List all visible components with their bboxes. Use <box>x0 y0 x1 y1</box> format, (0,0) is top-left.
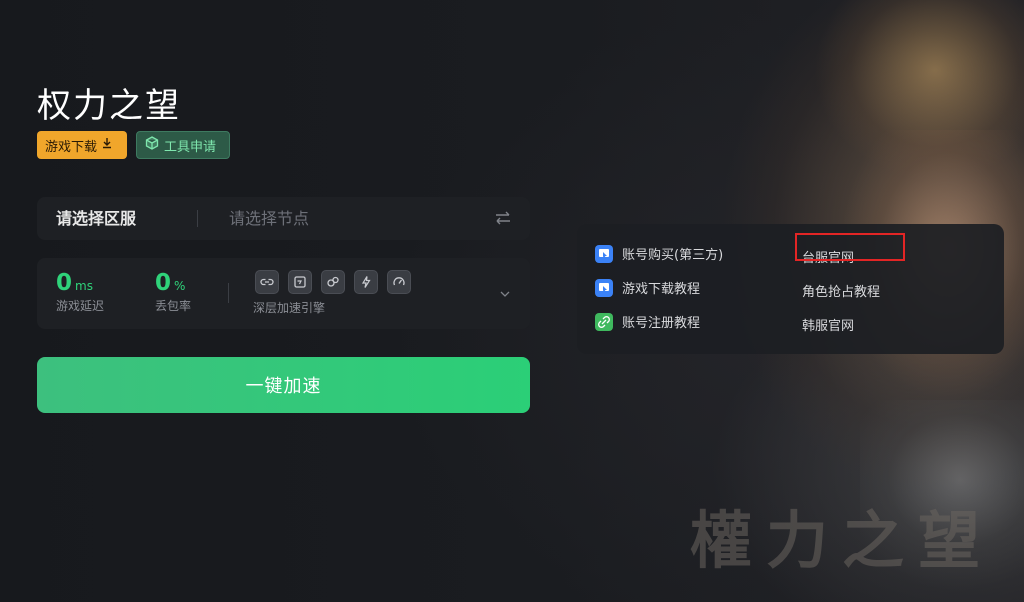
tool-apply-label: 工具申请 <box>164 139 217 155</box>
chain-link-icon <box>595 312 613 331</box>
link-icon <box>255 270 279 294</box>
speed-icon <box>387 270 411 294</box>
acceleration-stats: 0 ms 游戏延迟 0% 丢包率 深层加速引擎 <box>37 258 530 329</box>
node-select[interactable]: 请选择节点 <box>229 197 309 240</box>
latency-value: 0 <box>56 270 73 296</box>
stats-divider <box>228 283 229 303</box>
account-purchase-link[interactable]: 账号购买(第三方) <box>595 244 723 263</box>
lightning-icon <box>354 270 378 294</box>
packet-loss-label: 丢包率 <box>155 299 192 313</box>
one-click-accelerate-button[interactable]: 一键加速 <box>37 357 530 413</box>
latency-label: 游戏延迟 <box>56 299 105 313</box>
chevron-down-icon[interactable] <box>498 286 512 300</box>
cube-icon <box>145 136 159 154</box>
engine-label: 深层加速引擎 <box>253 301 326 315</box>
screen-icon <box>288 270 312 294</box>
network-icon <box>321 270 345 294</box>
engine-icons <box>255 270 411 294</box>
download-icon <box>101 137 113 153</box>
server-node-selector: 请选择区服 请选择节点 <box>37 197 530 240</box>
game-download-tutorial-link[interactable]: 游戏下载教程 <box>595 278 700 297</box>
game-logo-watermark: 權力之望 <box>690 504 995 577</box>
account-register-tutorial-link[interactable]: 账号注册教程 <box>595 312 700 331</box>
web-cursor-icon <box>595 278 613 297</box>
game-download-label: 游戏下载 <box>45 139 98 155</box>
selector-divider <box>197 210 198 227</box>
account-purchase-label: 账号购买(第三方) <box>622 248 724 263</box>
packet-loss-value: 0 <box>155 270 172 296</box>
region-select[interactable]: 请选择区服 <box>56 197 136 240</box>
web-cursor-icon <box>595 244 613 263</box>
packet-loss-unit: % <box>174 279 186 293</box>
highlight-box <box>795 233 905 261</box>
game-download-tutorial-label: 游戏下载教程 <box>622 282 701 297</box>
game-download-button[interactable]: 游戏下载 <box>37 131 127 159</box>
latency-stat: 0 ms 游戏延迟 <box>56 270 104 314</box>
character-reserve-tutorial-link[interactable]: 角色抢占教程 <box>802 281 880 300</box>
kr-official-site-link[interactable]: 韩服官网 <box>802 315 854 334</box>
game-title: 权力之望 <box>37 86 181 126</box>
account-register-tutorial-label: 账号注册教程 <box>622 316 701 331</box>
packet-loss-stat: 0% 丢包率 <box>155 270 191 314</box>
latency-unit: ms <box>75 279 93 293</box>
swap-icon[interactable] <box>494 209 512 227</box>
tool-apply-button[interactable]: 工具申请 <box>136 131 230 159</box>
